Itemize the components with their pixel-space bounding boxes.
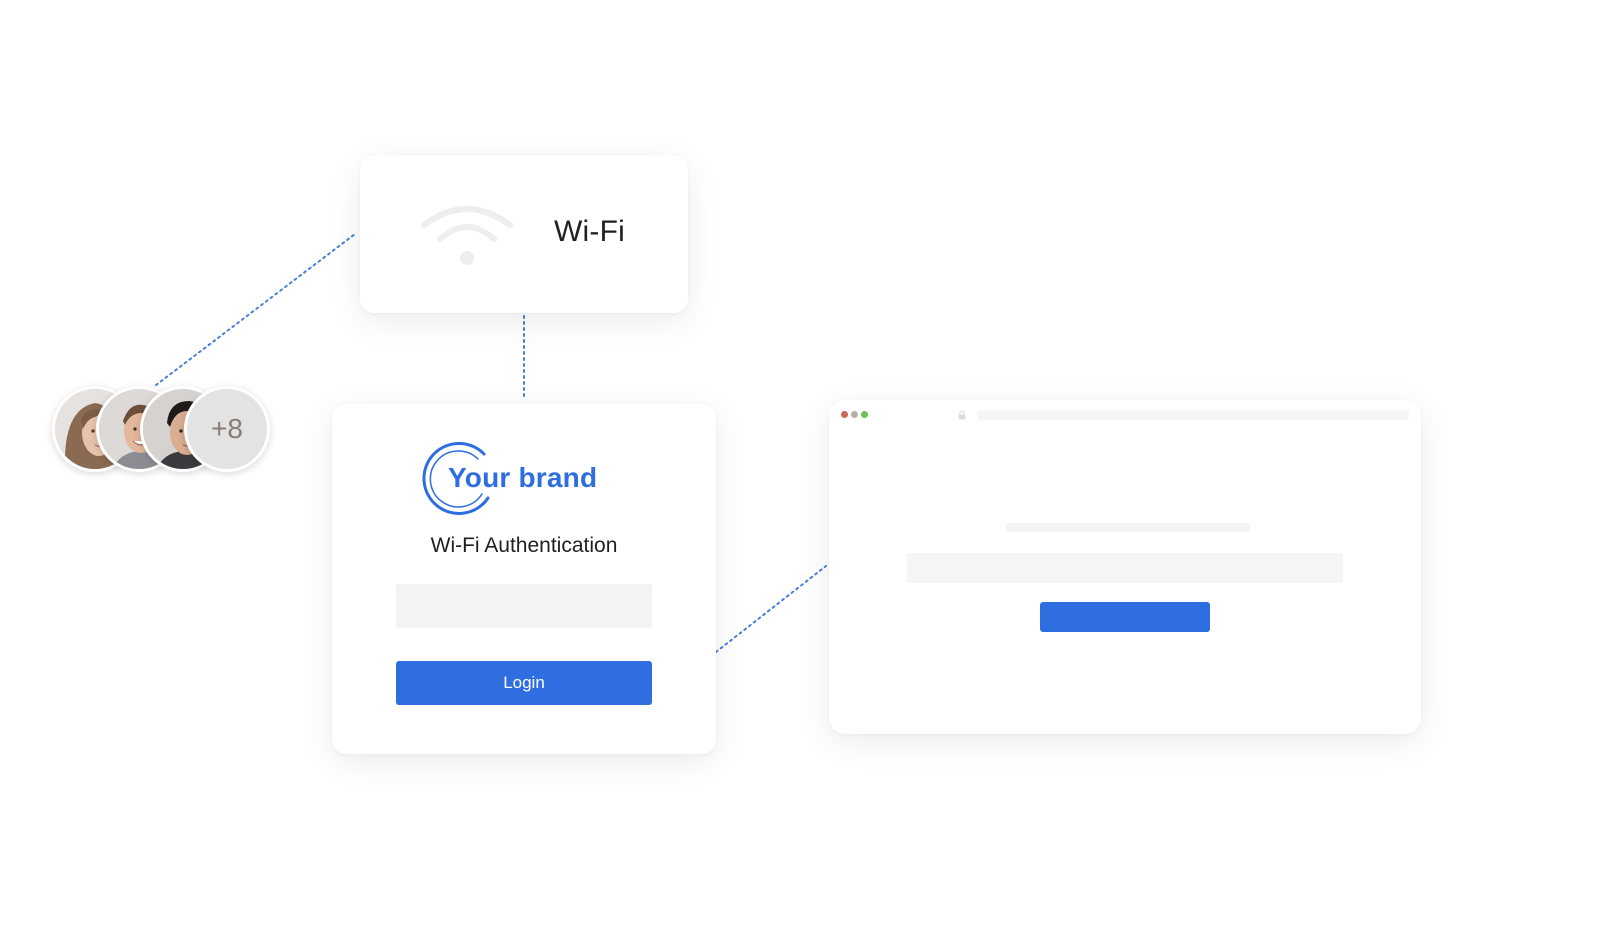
wifi-card: Wi-Fi	[360, 155, 688, 313]
auth-title: Wi-Fi Authentication	[430, 534, 618, 557]
maximize-dot[interactable]	[861, 411, 868, 418]
minimize-dot[interactable]	[851, 411, 858, 418]
connector-login-to-browser	[715, 565, 827, 653]
address-bar[interactable]	[977, 410, 1409, 420]
user-avatars: +8	[52, 386, 282, 472]
more-users-badge[interactable]: +8	[184, 386, 270, 472]
login-card: Your brand Wi-Fi Authentication Login	[332, 404, 716, 754]
brand-logo: Your brand	[422, 442, 622, 518]
wifi-label: Wi-Fi	[554, 215, 625, 248]
brand-name: Your brand	[448, 462, 598, 493]
connector-users-to-wifi	[155, 233, 356, 386]
diagram-stage: Wi-Fi Your brand Wi-Fi Authentication Lo…	[0, 0, 1600, 946]
lock-icon	[958, 410, 966, 420]
close-dot[interactable]	[841, 411, 848, 418]
wifi-icon	[421, 206, 513, 265]
placeholder-heading	[1006, 523, 1250, 532]
browser-window	[829, 400, 1421, 734]
auth-input[interactable]	[396, 584, 652, 628]
login-button[interactable]: Login	[396, 661, 652, 705]
placeholder-input[interactable]	[907, 553, 1343, 583]
placeholder-button[interactable]	[1040, 602, 1210, 632]
